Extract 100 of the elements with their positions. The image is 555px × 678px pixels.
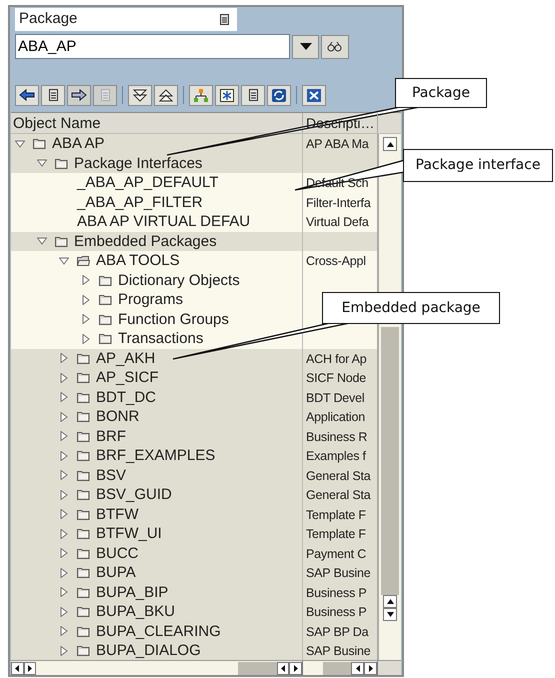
collapsed-arrow-icon[interactable] xyxy=(59,450,69,461)
horizontal-scrollbar[interactable] xyxy=(11,661,303,675)
collapsed-arrow-icon[interactable] xyxy=(59,509,69,520)
callout-label: Embedded package xyxy=(322,292,500,324)
description-cell: Filter-Interfa xyxy=(306,196,371,210)
toolbar-button[interactable] xyxy=(267,84,291,106)
toolbar-button[interactable] xyxy=(241,84,265,106)
toolbar-button[interactable] xyxy=(154,84,178,106)
tree-node-label[interactable]: BUPA_DIALOG xyxy=(96,641,201,660)
tree-node-label[interactable]: BUCC xyxy=(96,544,139,563)
tree-node-label[interactable]: BDT_DC xyxy=(96,388,156,407)
collapsed-arrow-icon[interactable] xyxy=(59,646,69,656)
toolbar-button[interactable] xyxy=(128,84,152,106)
scroll-left-button[interactable] xyxy=(351,662,364,674)
tree-node-label[interactable]: BUPA xyxy=(96,563,136,582)
folder-icon xyxy=(77,528,90,540)
folder-icon xyxy=(77,548,90,559)
folder-icon xyxy=(77,567,90,578)
collapsed-arrow-icon[interactable] xyxy=(59,353,69,364)
toolbar-button[interactable] xyxy=(302,84,326,106)
collapsed-arrow-icon[interactable] xyxy=(59,470,69,480)
folder-icon xyxy=(77,586,90,598)
close-icon xyxy=(306,88,322,102)
tree-node-label[interactable]: AP_AKH xyxy=(96,348,156,368)
collapsed-arrow-icon[interactable] xyxy=(59,392,69,402)
tree-node-label[interactable]: Programs xyxy=(118,290,184,310)
scroll-left-button[interactable] xyxy=(276,662,290,674)
collapsed-arrow-icon[interactable] xyxy=(59,548,69,558)
tree-node-label[interactable]: _ABA_AP_FILTER xyxy=(77,192,203,212)
scroll-up-button[interactable] xyxy=(383,137,397,151)
folder-icon xyxy=(77,392,90,403)
toolbar-button[interactable] xyxy=(15,84,39,106)
star-icon xyxy=(219,88,235,102)
collapsed-arrow-icon[interactable] xyxy=(59,412,69,422)
scroll-thumb[interactable] xyxy=(238,662,277,674)
tree-node-label[interactable]: BTFW_UI xyxy=(96,524,162,544)
folder-icon xyxy=(33,138,46,150)
refresh-icon xyxy=(271,88,287,102)
scroll-right-button[interactable] xyxy=(364,662,377,674)
open-folder-icon xyxy=(77,255,90,266)
package-input[interactable]: ABA_AP xyxy=(15,34,290,59)
collapsed-arrow-icon[interactable] xyxy=(81,294,91,305)
left-arrow-icon xyxy=(281,664,286,672)
scroll-thumb[interactable] xyxy=(323,662,351,674)
tree-node-label[interactable]: BUPA_BIP xyxy=(96,582,168,602)
tree-node-label[interactable]: ABA AP xyxy=(52,134,105,154)
collapsed-arrow-icon[interactable] xyxy=(59,606,69,617)
up-arrow-icon xyxy=(386,599,394,604)
collapsed-arrow-icon[interactable] xyxy=(59,626,69,636)
collapsed-arrow-icon[interactable] xyxy=(59,568,69,578)
callout-label: Package interface xyxy=(403,149,553,182)
document-icon xyxy=(220,14,229,25)
search-button[interactable] xyxy=(321,34,349,58)
collapsed-arrow-icon[interactable] xyxy=(59,528,69,539)
tree-node-label[interactable]: BRF xyxy=(96,426,126,446)
expanded-arrow-icon[interactable] xyxy=(37,236,47,246)
tree-node-label[interactable]: BRF_EXAMPLES xyxy=(96,446,216,466)
collapsed-arrow-icon[interactable] xyxy=(59,490,69,500)
tree-node-label[interactable]: ABA TOOLS xyxy=(96,251,180,270)
toolbar-button[interactable] xyxy=(41,84,65,106)
tree-node-label[interactable]: _ABA_AP_DEFAULT xyxy=(77,173,218,192)
collapsed-arrow-icon[interactable] xyxy=(81,334,91,344)
tree-node-label[interactable]: BSV_GUID xyxy=(96,485,172,504)
collapsed-arrow-icon[interactable] xyxy=(59,587,69,598)
description-cell: ACH for Ap xyxy=(306,352,367,366)
folder-icon xyxy=(77,352,90,364)
dropdown-button[interactable] xyxy=(292,34,319,58)
expanded-arrow-icon[interactable] xyxy=(37,158,47,168)
folder-icon xyxy=(55,236,68,247)
tree-node-label[interactable]: BTFW xyxy=(96,504,138,524)
collapsed-arrow-icon[interactable] xyxy=(81,314,91,324)
down-arrow-icon xyxy=(386,612,394,617)
expanded-arrow-icon[interactable] xyxy=(59,256,69,266)
collapsed-arrow-icon[interactable] xyxy=(59,372,69,383)
toolbar-button[interactable] xyxy=(215,84,239,106)
description-cell: Template F xyxy=(306,527,366,541)
scroll-thumb[interactable] xyxy=(381,327,399,595)
folder-icon xyxy=(77,508,90,520)
scroll-down-button[interactable] xyxy=(383,608,397,621)
tree-node-label[interactable]: AP_SICF xyxy=(96,368,159,388)
expanded-arrow-icon[interactable] xyxy=(15,138,25,149)
collapsed-arrow-icon[interactable] xyxy=(59,431,69,442)
description-cell: BDT Devel xyxy=(306,390,364,404)
collapsed-arrow-icon[interactable] xyxy=(81,275,91,286)
scroll-right-button[interactable] xyxy=(289,662,302,674)
tree-node-label[interactable]: BONR xyxy=(96,407,140,426)
right-arrow-icon xyxy=(368,664,372,672)
tree-node-label[interactable]: BUPA_BKU xyxy=(96,602,175,622)
tree-node-label[interactable]: BUPA_CLEARING xyxy=(96,622,221,641)
folder-icon xyxy=(99,333,112,344)
toolbar-button[interactable] xyxy=(189,84,213,106)
scroll-right-button[interactable] xyxy=(24,662,36,674)
tree-node-label[interactable]: ABA AP VIRTUAL DEFAU xyxy=(77,212,250,232)
description-cell: Examples f xyxy=(306,449,366,463)
tree-node-label[interactable]: BSV xyxy=(96,466,126,485)
horizontal-scrollbar[interactable] xyxy=(303,661,378,675)
scroll-left-button[interactable] xyxy=(11,662,24,674)
folder-icon xyxy=(99,294,112,306)
folder-icon xyxy=(99,274,112,286)
scroll-up-button[interactable] xyxy=(383,595,397,608)
